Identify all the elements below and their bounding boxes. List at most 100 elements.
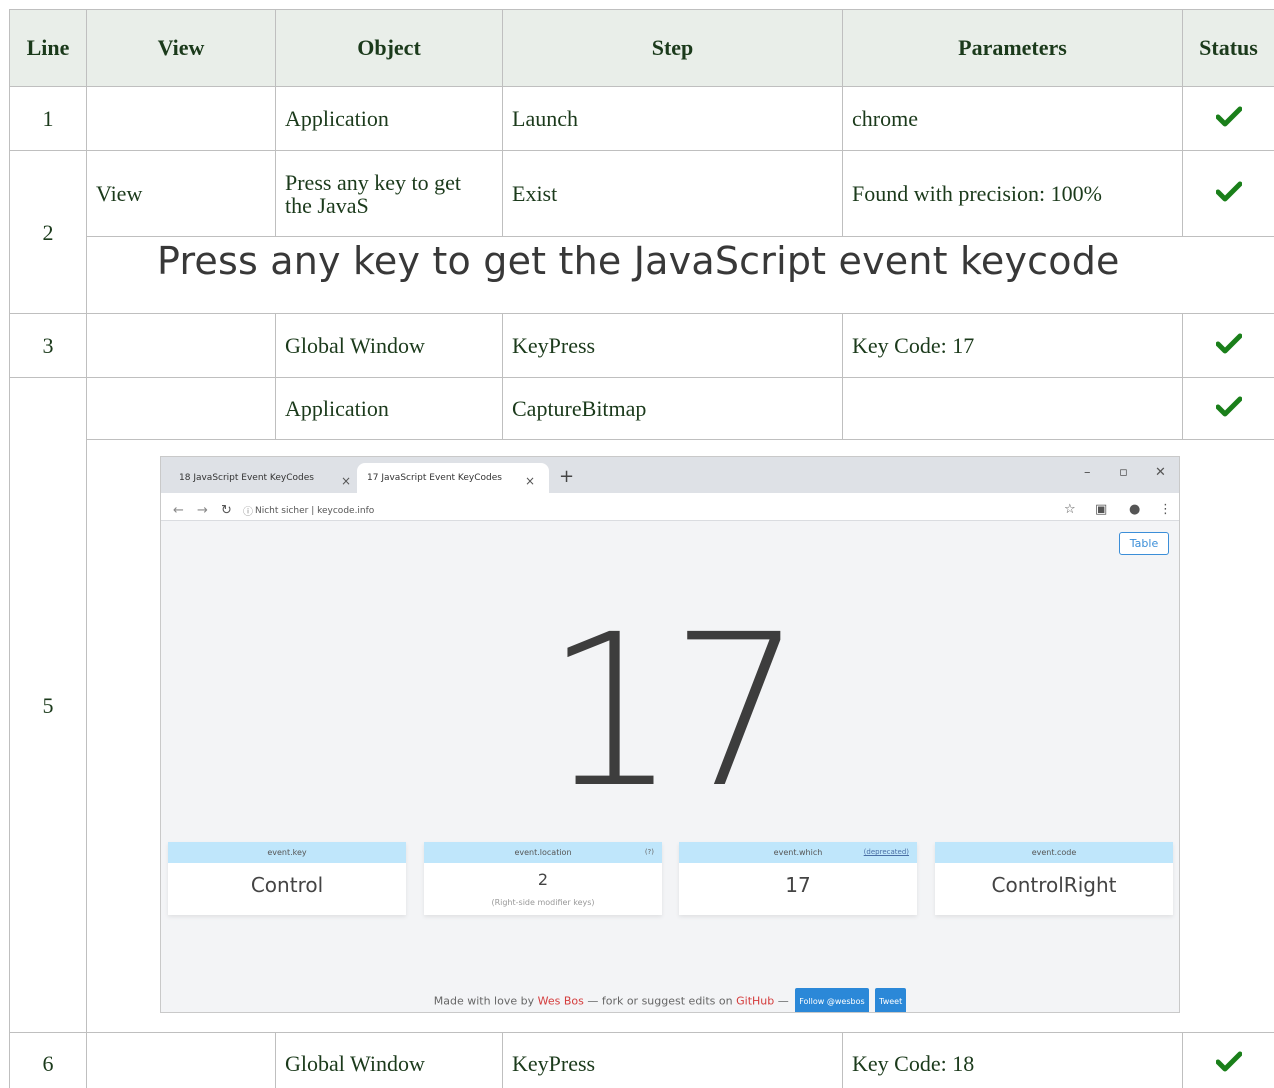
event-key-card: event.key Control (168, 842, 406, 915)
column-header-status: Status (1182, 9, 1274, 87)
footer-text: — fork or suggest edits on (587, 994, 733, 1008)
author-link[interactable]: Wes Bos (538, 995, 584, 1008)
address-bar: ← → ↻ ⓘ Nicht sicher | keycode.info ☆ ▣ … (161, 493, 1179, 521)
table-row: 3 Global Window KeyPress Key Code: 17 (9, 313, 1274, 378)
tab-bar: 18 JavaScript Event KeyCodes × 17 JavaSc… (161, 457, 1179, 493)
status-cell (1182, 313, 1274, 378)
view-cell: View (86, 150, 276, 237)
window-close-icon[interactable]: ✕ (1155, 461, 1166, 484)
object-cell: Application (275, 86, 503, 151)
check-icon (1215, 333, 1242, 355)
new-tab-icon[interactable]: + (559, 465, 574, 488)
heading-image-row: Press any key to get the JavaScript even… (10, 236, 1274, 314)
check-icon (1215, 181, 1242, 203)
card-value: ControlRight (991, 873, 1117, 897)
step-cell: KeyPress (502, 313, 843, 378)
tweet-button[interactable]: Tweet (875, 988, 907, 1012)
test-report-table: Line View Object Step Parameters Status … (9, 9, 1274, 1088)
table-row: 5 Application CaptureBitmap (9, 377, 1274, 1033)
forward-icon[interactable]: → (197, 499, 208, 522)
browser-tab-active[interactable]: 17 JavaScript Event KeyCodes × (357, 463, 549, 493)
deprecated-link[interactable]: (deprecated) (864, 841, 909, 864)
url-field[interactable]: Nicht sicher | keycode.info (255, 500, 374, 523)
step-cell: KeyPress (502, 1032, 843, 1088)
event-which-card: event.which (deprecated) 17 (679, 842, 917, 915)
object-cell: Global Window (275, 1032, 503, 1088)
parameters-cell: Key Code: 17 (842, 313, 1183, 378)
github-link[interactable]: GitHub (736, 995, 774, 1008)
view-cell (86, 1032, 276, 1088)
captured-screenshot: 18 JavaScript Event KeyCodes × 17 JavaSc… (87, 440, 1274, 1032)
event-code-card: event.code ControlRight (935, 842, 1173, 915)
reload-icon[interactable]: ↻ (221, 499, 232, 522)
back-icon[interactable]: ← (173, 499, 184, 522)
status-cell (1182, 1032, 1274, 1088)
step-cell: Launch (502, 86, 843, 151)
header-row: Line View Object Step Parameters Status (9, 9, 1274, 87)
check-icon (1215, 106, 1242, 128)
card-value: Control (250, 873, 324, 897)
line-number: 1 (9, 86, 87, 151)
menu-icon[interactable]: ⋮ (1159, 498, 1172, 521)
footer-text: Made with love by (433, 994, 535, 1008)
extension-icon[interactable]: ▣ (1095, 498, 1107, 521)
star-icon[interactable]: ☆ (1064, 498, 1076, 521)
card-subtext: (Right-side modifier keys) (491, 898, 595, 907)
column-header-parameters: Parameters (842, 9, 1183, 87)
card-value: 2 (537, 870, 549, 889)
object-cell: Global Window (275, 313, 503, 378)
object-cell: Press any key to get the JavaS (275, 150, 503, 237)
screenshot-row: 18 JavaScript Event KeyCodes × 17 JavaSc… (10, 439, 1274, 1033)
close-icon[interactable]: × (525, 470, 535, 493)
object-cell: Application (275, 377, 503, 440)
status-cell (1182, 377, 1274, 440)
footer-text: — (777, 994, 789, 1008)
line-number: 5 (9, 377, 87, 1033)
card-title: event.code (1031, 848, 1077, 857)
step-cell: Exist (502, 150, 843, 237)
table-row: 6 Global Window KeyPress Key Code: 18 (9, 1032, 1274, 1088)
line-number: 6 (9, 1032, 87, 1088)
page-footer: Made with love by Wes Bos — fork or sugg… (161, 988, 1179, 1012)
table-button[interactable]: Table (1119, 532, 1169, 555)
parameters-cell: Found with precision: 100% (842, 150, 1183, 237)
card-value: 17 (785, 873, 811, 897)
status-cell (1182, 86, 1274, 151)
table-row: 1 Application Launch chrome (9, 86, 1274, 151)
heading-image-text: Press any key to get the JavaScript even… (157, 239, 1120, 283)
column-header-object: Object (275, 9, 503, 87)
parameters-cell (842, 377, 1183, 440)
status-cell (1182, 150, 1274, 237)
parameters-cell: Key Code: 18 (842, 1032, 1183, 1088)
check-icon (1215, 396, 1242, 418)
line-number: 2 (9, 150, 87, 314)
card-title: event.location (514, 848, 572, 857)
table-row: 2 View Press any key to get the JavaS Ex… (9, 150, 1274, 314)
view-cell (86, 377, 276, 440)
column-header-line: Line (9, 9, 87, 87)
event-location-card: event.location (?) 2 (Right-side modifier… (424, 842, 662, 915)
close-icon[interactable]: × (341, 470, 351, 493)
step-cell: CaptureBitmap (502, 377, 843, 440)
follow-button[interactable]: Follow @wesbos (795, 988, 869, 1012)
view-cell (86, 313, 276, 378)
account-icon[interactable]: ● (1129, 498, 1140, 521)
view-cell (86, 86, 276, 151)
line-number: 3 (9, 313, 87, 378)
tab-title: 18 JavaScript Event KeyCodes (179, 472, 314, 483)
column-header-step: Step (502, 9, 843, 87)
heading-image: Press any key to get the JavaScript even… (87, 237, 1274, 313)
tab-title: 17 JavaScript Event KeyCodes (367, 472, 502, 483)
card-title: event.key (267, 848, 307, 857)
browser-tab[interactable]: 18 JavaScript Event KeyCodes × (169, 463, 365, 493)
info-icon: ⓘ (243, 507, 253, 518)
help-link[interactable]: (?) (645, 841, 654, 864)
minimize-icon[interactable]: – (1084, 461, 1091, 484)
check-icon (1215, 1051, 1242, 1073)
browser-window: 18 JavaScript Event KeyCodes × 17 JavaSc… (160, 456, 1180, 1013)
card-title: event.which (773, 848, 823, 857)
column-header-view: View (86, 9, 276, 87)
parameters-cell: chrome (842, 86, 1183, 151)
maximize-icon[interactable]: ▫ (1119, 461, 1128, 484)
keycode-number: 17 (544, 589, 803, 834)
